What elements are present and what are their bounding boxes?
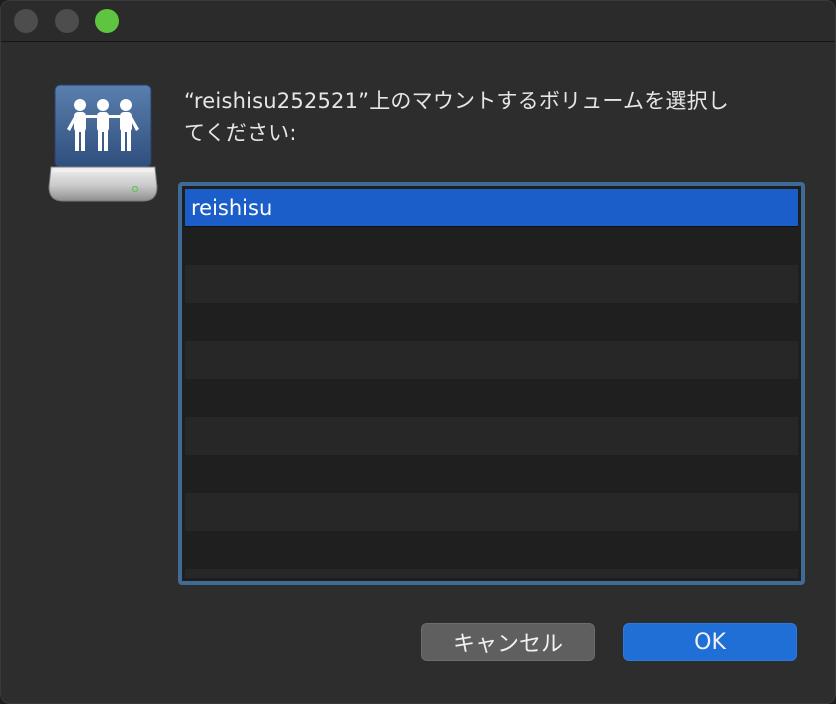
ok-button[interactable]: OK: [623, 623, 797, 661]
minimize-window-button[interactable]: [55, 9, 79, 33]
empty-list-row: [185, 569, 798, 578]
mount-volume-dialog: “reishisu252521”上のマウントするボリュームを選択し てください:…: [0, 0, 836, 704]
title-bar: [1, 1, 835, 42]
zoom-window-button[interactable]: [95, 9, 119, 33]
volume-list-rows: reishisu: [185, 189, 798, 578]
prompt-line-2: てください:: [184, 121, 297, 145]
empty-list-row: [185, 493, 798, 531]
network-share-drive-icon: [47, 83, 159, 205]
empty-list-row: [185, 417, 798, 455]
empty-list-row: [185, 531, 798, 569]
list-item-volume-reishisu[interactable]: reishisu: [185, 189, 798, 227]
volume-name: reishisu: [191, 195, 273, 220]
empty-list-row: [185, 227, 798, 265]
empty-list-row: [185, 341, 798, 379]
volume-selection-prompt: “reishisu252521”上のマウントするボリュームを選択し てください:: [184, 85, 804, 149]
empty-list-row: [185, 303, 798, 341]
empty-list-row: [185, 379, 798, 417]
prompt-line-1: “reishisu252521”上のマウントするボリュームを選択し: [184, 89, 730, 113]
empty-list-row: [185, 265, 798, 303]
cancel-button[interactable]: キャンセル: [421, 623, 595, 661]
empty-list-row: [185, 455, 798, 493]
close-window-button[interactable]: [14, 9, 38, 33]
volume-list[interactable]: reishisu: [178, 182, 805, 585]
